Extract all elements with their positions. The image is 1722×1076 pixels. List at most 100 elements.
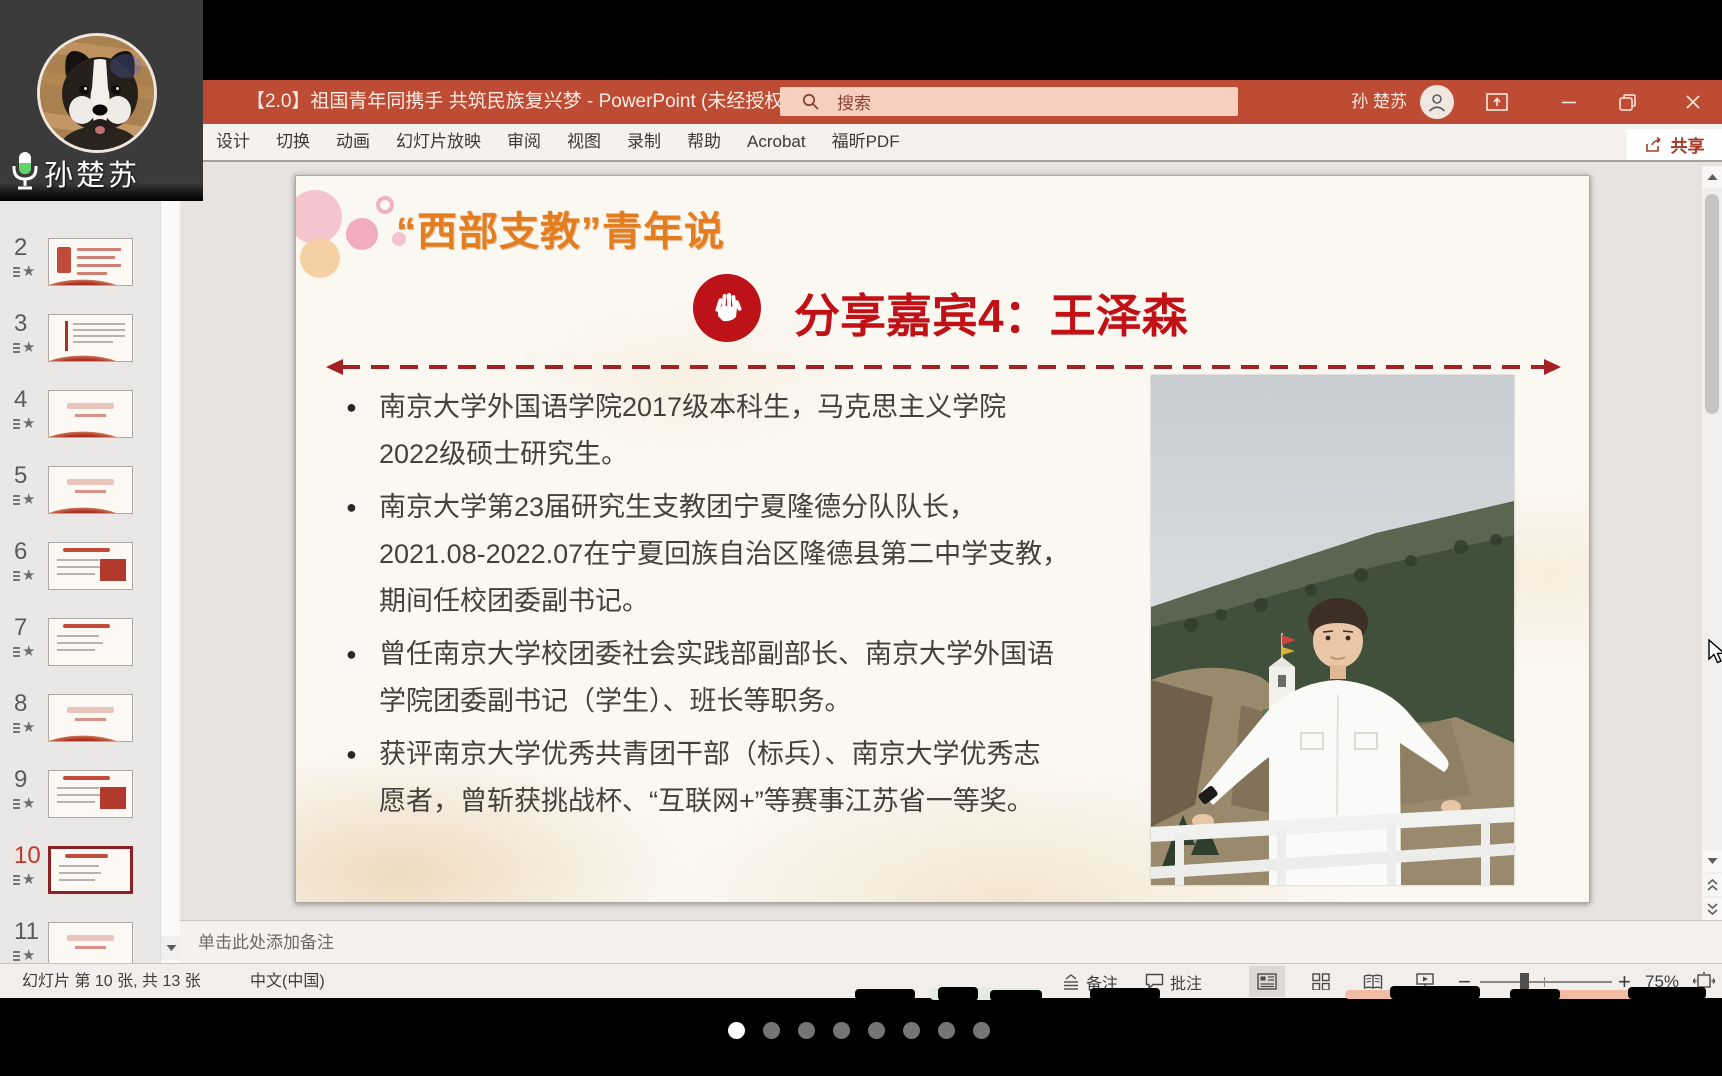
bullet-line: 曾任南京大学校团委社会实践部副部长、南京大学外国语 xyxy=(379,631,1054,678)
workspace: 2 ★ 3 ★ 4 ★ 5 ★ xyxy=(0,162,1722,963)
bullet-item: ● 南京大学外国语学院2017级本科生，马克思主义学院 2022级硕士研究生。 xyxy=(346,384,1069,478)
bullet-item: ● 南京大学第23届研究生支教团宁夏隆德分队队长， 2021.08-2022.0… xyxy=(346,484,1069,625)
ribbon-display-options-icon xyxy=(1486,93,1508,111)
bullet-line: 2022级硕士研究生。 xyxy=(379,431,1006,478)
animation-star-icon: ★ xyxy=(13,340,35,355)
tab-review[interactable]: 审阅 xyxy=(494,124,554,160)
slide-thumbnail xyxy=(48,618,133,666)
slide-thumbnail xyxy=(48,542,133,590)
watermark-fragment xyxy=(1090,988,1160,1000)
slide-thumbnail xyxy=(48,694,133,742)
pagination-dot[interactable] xyxy=(973,1022,990,1039)
pagination-dot[interactable] xyxy=(728,1022,745,1039)
account-avatar[interactable] xyxy=(1420,85,1454,119)
animation-star-icon: ★ xyxy=(13,492,35,507)
close-button[interactable] xyxy=(1664,80,1722,124)
tab-animations[interactable]: 动画 xyxy=(323,124,383,160)
share-button[interactable]: 共享 xyxy=(1627,129,1722,160)
restore-button[interactable] xyxy=(1598,80,1656,124)
slide-thumbnail xyxy=(48,846,133,894)
tab-view[interactable]: 视图 xyxy=(554,124,614,160)
search-icon xyxy=(802,93,819,110)
slide-thumbnail xyxy=(48,390,133,438)
comments-toggle-label: 批注 xyxy=(1170,970,1202,994)
previous-slide-button[interactable] xyxy=(1702,874,1722,896)
tab-slideshow[interactable]: 幻灯片放映 xyxy=(383,124,494,160)
minimize-icon xyxy=(1561,94,1577,110)
slide-thumbnail xyxy=(48,314,133,362)
tab-transitions[interactable]: 切换 xyxy=(263,124,323,160)
guest-heading[interactable]: 分享嘉宾4：王泽森 xyxy=(794,280,1188,346)
flower-decoration xyxy=(300,238,340,278)
flower-decoration xyxy=(346,218,378,250)
scroll-down-button[interactable] xyxy=(161,936,181,960)
scrollbar-thumb[interactable] xyxy=(1705,194,1719,414)
ribbon-tab-row: 设计 切换 动画 幻灯片放映 审阅 视图 录制 帮助 Acrobat 福昕PDF… xyxy=(0,124,1722,162)
bullet-dot: ● xyxy=(346,731,379,825)
webcam-display-name: 孙楚苏 xyxy=(44,152,140,194)
bullet-list[interactable]: ● 南京大学外国语学院2017级本科生，马克思主义学院 2022级硕士研究生。 … xyxy=(346,384,1069,831)
title-bar: 【2.0】祖国青年同携手 共筑民族复兴梦 - PowerPoint (未经授权产… xyxy=(0,80,1722,124)
pagination-dot[interactable] xyxy=(833,1022,850,1039)
tab-design[interactable]: 设计 xyxy=(203,124,263,160)
share-label: 共享 xyxy=(1671,132,1705,157)
pagination-dot[interactable] xyxy=(868,1022,885,1039)
ribbon-display-options-button[interactable] xyxy=(1482,92,1512,112)
bullet-line: 获评南京大学优秀共青团干部（标兵）、南京大学优秀志 xyxy=(379,731,1041,778)
slide-counter[interactable]: 幻灯片 第 10 张, 共 13 张 xyxy=(22,964,201,999)
ribbon-tabs: 设计 切换 动画 幻灯片放映 审阅 视图 录制 帮助 Acrobat 福昕PDF xyxy=(203,124,913,160)
watermark-fragment xyxy=(1628,987,1706,999)
account-name[interactable]: 孙 楚苏 xyxy=(1351,80,1407,124)
flower-decoration xyxy=(295,190,342,244)
powerpoint-window: 【2.0】祖国青年同携手 共筑民族复兴梦 - PowerPoint (未经授权产… xyxy=(0,80,1722,998)
tab-help[interactable]: 帮助 xyxy=(674,124,734,160)
bullet-dot: ● xyxy=(346,631,379,725)
minimize-button[interactable] xyxy=(1540,80,1598,124)
notes-placeholder: 单击此处添加备注 xyxy=(198,928,334,953)
notes-pane[interactable]: 单击此处添加备注 xyxy=(180,920,1722,963)
tab-foxit-pdf[interactable]: 福昕PDF xyxy=(819,124,913,160)
bullet-dot: ● xyxy=(346,384,379,478)
slide-canvas[interactable]: “西部支教”青年说 xyxy=(295,175,1590,903)
watermark-fragment xyxy=(938,987,978,1001)
guest-photo[interactable] xyxy=(1151,375,1514,885)
slide-editor-area: “西部支教”青年说 xyxy=(180,162,1722,920)
slide-title[interactable]: “西部支教”青年说 xyxy=(396,199,725,257)
flower-decoration xyxy=(376,196,394,214)
reading-view-icon xyxy=(1363,974,1383,990)
scroll-down-button[interactable] xyxy=(1702,850,1722,872)
search-box[interactable]: 搜索 xyxy=(780,87,1238,116)
pagination-dot[interactable] xyxy=(903,1022,920,1039)
chevron-down-icon xyxy=(1707,857,1718,865)
bullet-line: 南京大学外国语学院2017级本科生，马克思主义学院 xyxy=(379,384,1006,431)
language-indicator[interactable]: 中文(中国) xyxy=(250,964,325,999)
watermark-fragment xyxy=(1390,986,1480,999)
bottom-letterbox-bar xyxy=(0,998,1722,1076)
bullet-line: 南京大学第23届研究生支教团宁夏隆德分队队长， xyxy=(379,484,1069,531)
tab-record[interactable]: 录制 xyxy=(614,124,674,160)
pagination-dot[interactable] xyxy=(763,1022,780,1039)
mouse-cursor-icon xyxy=(1707,639,1722,665)
editor-vertical-scrollbar[interactable] xyxy=(1702,166,1722,920)
next-slide-button[interactable] xyxy=(1702,898,1722,920)
bullet-dot: ● xyxy=(346,484,379,625)
scroll-up-button[interactable] xyxy=(1702,166,1722,188)
pagination-dot[interactable] xyxy=(938,1022,955,1039)
webcam-overlay[interactable]: 孙楚苏 xyxy=(0,0,203,201)
pagination-dot[interactable] xyxy=(798,1022,815,1039)
slide-thumbnail xyxy=(48,922,133,963)
slide-thumbnail xyxy=(48,238,133,286)
chevron-up-icon xyxy=(1707,173,1718,181)
animation-star-icon: ★ xyxy=(13,872,35,887)
slide-sorter-view-button[interactable] xyxy=(1303,966,1339,997)
chevron-down-icon xyxy=(166,944,177,952)
animation-star-icon: ★ xyxy=(13,720,35,735)
zoom-slider-track[interactable] xyxy=(1480,981,1612,983)
animation-star-icon: ★ xyxy=(13,948,35,963)
tab-acrobat[interactable]: Acrobat xyxy=(734,124,819,160)
normal-view-button[interactable] xyxy=(1249,966,1285,997)
restore-icon xyxy=(1619,94,1636,111)
slide-thumbnail xyxy=(48,466,133,514)
thumbnail-panel-scrollbar[interactable] xyxy=(160,162,180,963)
avatar xyxy=(37,33,157,153)
